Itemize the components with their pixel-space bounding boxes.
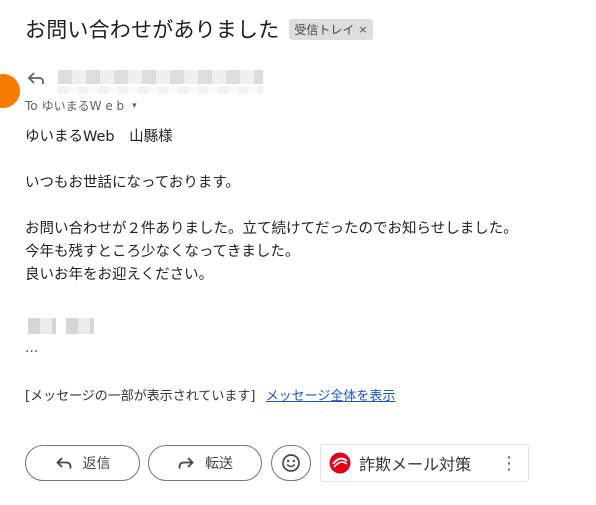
body-line: 今年も残すところ少なくなってきました。	[25, 244, 300, 260]
label-text: 受信トレイ	[294, 22, 355, 37]
forward-label: 転送	[205, 456, 233, 472]
sender-name-redacted	[58, 70, 263, 84]
inbox-label-chip[interactable]: 受信トレイ ×	[289, 18, 373, 40]
signature-redacted	[28, 318, 94, 334]
clipped-message-notice: [メッセージの一部が表示されています] メッセージ全体を表示	[25, 385, 395, 404]
sender-avatar[interactable]	[0, 74, 20, 108]
greeting: ゆいまるWeb 山縣様	[25, 129, 173, 145]
reply-label: 返信	[82, 456, 111, 472]
subject-row: お問い合わせがありました 受信トレイ ×	[25, 14, 373, 44]
addon-logo-icon	[329, 452, 351, 474]
body-line: お問い合わせが２件ありました。立て続けてだったのでお知らせしました。	[25, 221, 518, 237]
reply-indicator-icon	[27, 72, 44, 84]
reply-button[interactable]: 返信	[25, 445, 140, 481]
emoji-reaction-button[interactable]	[271, 445, 311, 481]
to-prefix: To	[25, 98, 38, 113]
email-subject: お問い合わせがありました	[25, 18, 280, 42]
clipped-notice-text: [メッセージの一部が表示されています]	[25, 389, 256, 404]
view-entire-message-link[interactable]: メッセージ全体を表示	[266, 389, 396, 404]
forward-icon	[178, 457, 194, 469]
email-body: ゆいまるWeb 山縣様 いつもお世話になっております。 お問い合わせが２件ありま…	[25, 126, 518, 287]
reply-icon	[55, 457, 71, 469]
more-options-icon[interactable]: ⋮	[500, 453, 518, 474]
recipient-name: ゆいまるW e b	[41, 99, 125, 113]
addon-label: 詐欺メール対策	[359, 455, 472, 474]
trimmed-content-ellipsis[interactable]: ...	[25, 340, 38, 356]
sender-detail-redacted	[58, 86, 263, 94]
remove-label-icon[interactable]: ×	[358, 23, 367, 36]
forward-button[interactable]: 転送	[148, 445, 262, 481]
body-line: 良いお年をお迎えください。	[25, 267, 214, 283]
scam-protection-addon[interactable]: 詐欺メール対策 ⋮	[320, 444, 529, 482]
emoji-icon	[282, 454, 300, 472]
body-line: いつもお世話になっております。	[25, 175, 240, 191]
recipient-row: To ゆいまるW e b ▾	[25, 97, 137, 114]
recipient-details-toggle[interactable]: ▾	[132, 101, 137, 111]
